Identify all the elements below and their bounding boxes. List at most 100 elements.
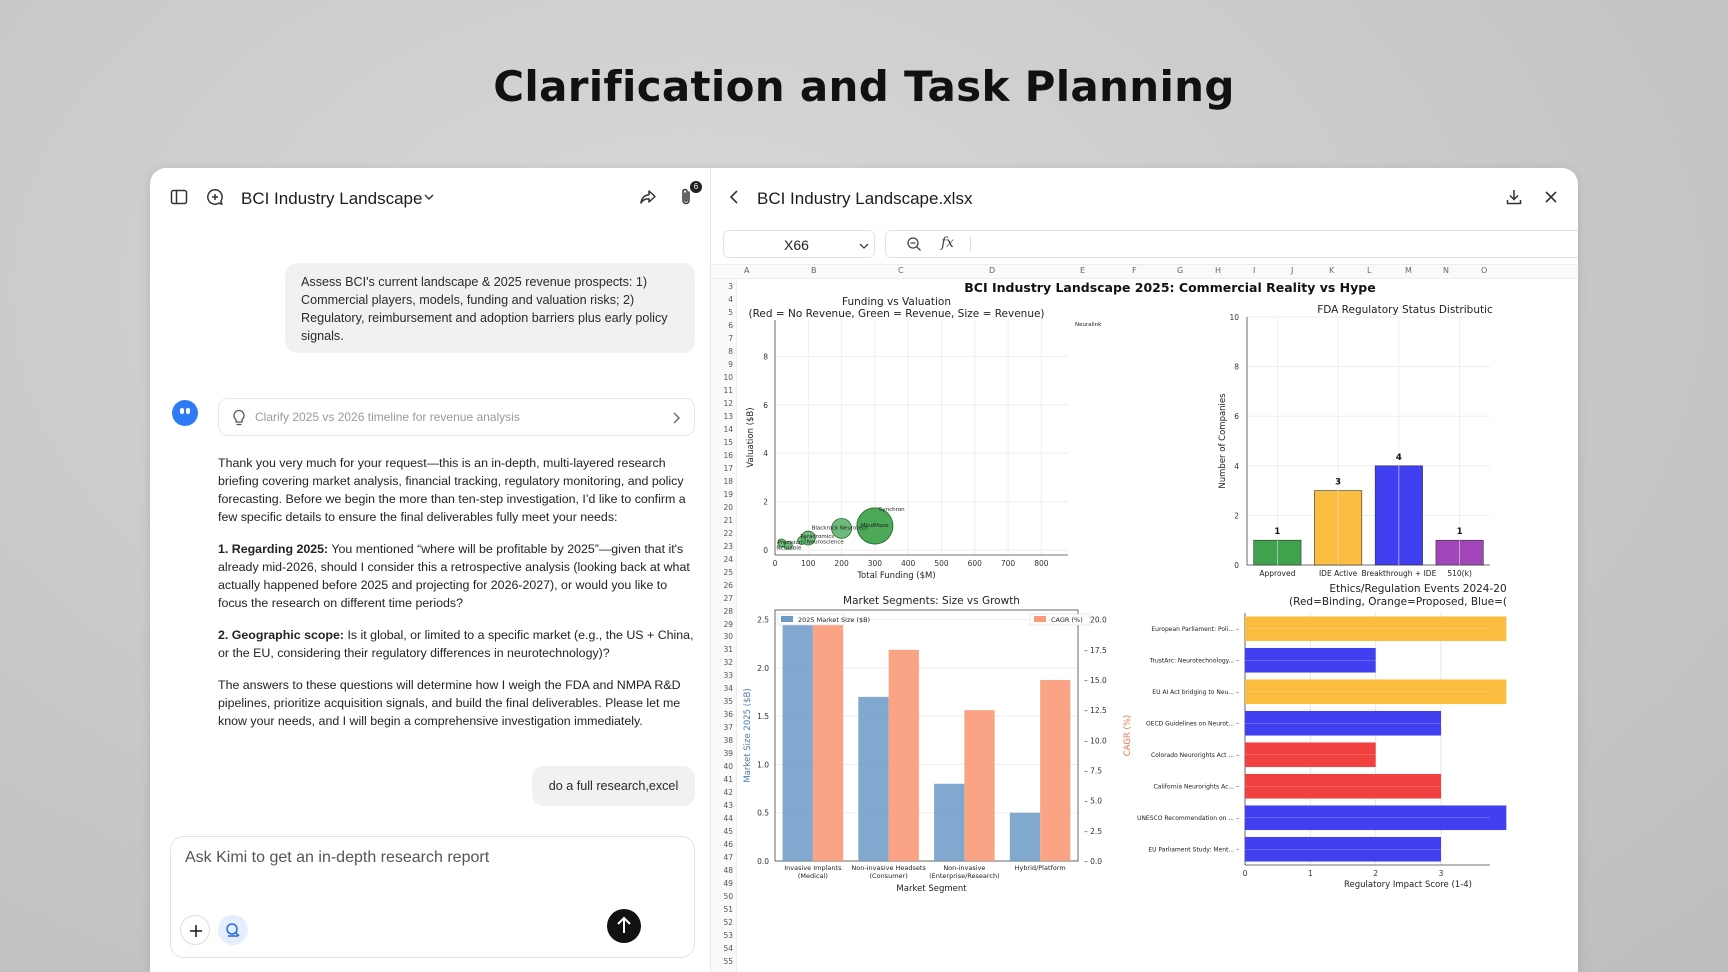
column-header[interactable]: B bbox=[811, 266, 817, 275]
row-header[interactable]: 15 bbox=[711, 438, 733, 447]
x-tick-label: 800 bbox=[1034, 559, 1049, 568]
row-header[interactable]: 10 bbox=[711, 373, 733, 382]
sheet-grid[interactable]: ABCDEFGHIJKLMNO 3 4 5 6 7 8 9 10 11 12 13 14 15 16 17 1… bbox=[711, 264, 1578, 972]
row-header[interactable]: 50 bbox=[711, 892, 733, 901]
row-header[interactable]: 19 bbox=[711, 490, 733, 499]
row-header[interactable]: 46 bbox=[711, 840, 733, 849]
research-mode-button[interactable] bbox=[218, 915, 248, 945]
y2-axis-label: CAGR (%) bbox=[1123, 715, 1133, 757]
row-header[interactable]: 39 bbox=[711, 749, 733, 758]
row-header[interactable]: 25 bbox=[711, 568, 733, 577]
row-header[interactable]: 42 bbox=[711, 788, 733, 797]
new-chat-icon[interactable] bbox=[206, 188, 224, 206]
row-header[interactable]: 24 bbox=[711, 555, 733, 564]
row-header[interactable]: 37 bbox=[711, 723, 733, 732]
column-header[interactable]: D bbox=[989, 266, 995, 275]
y-tick-label: 0 bbox=[1234, 561, 1239, 570]
share-icon[interactable] bbox=[639, 188, 657, 206]
row-header[interactable]: 7 bbox=[711, 334, 733, 343]
row-header[interactable]: 32 bbox=[711, 658, 733, 667]
chat-title[interactable]: BCI Industry Landscape bbox=[241, 189, 422, 209]
row-header[interactable]: 38 bbox=[711, 736, 733, 745]
column-headers: A B C D E F G H I J K L M N O bbox=[711, 265, 1578, 279]
row-header[interactable]: 49 bbox=[711, 879, 733, 888]
close-icon[interactable] bbox=[1542, 188, 1560, 206]
column-header[interactable]: A bbox=[744, 266, 749, 275]
chevron-down-icon[interactable] bbox=[422, 190, 436, 204]
y-tick-label: European Parliament: Poli... – bbox=[1151, 626, 1239, 633]
row-header[interactable]: 33 bbox=[711, 671, 733, 680]
row-header[interactable]: 16 bbox=[711, 451, 733, 460]
row-header[interactable]: 43 bbox=[711, 801, 733, 810]
row-header[interactable]: 23 bbox=[711, 542, 733, 551]
y-tick-label: California Neurorights Ac... – bbox=[1154, 783, 1239, 790]
row-header[interactable]: 3 bbox=[711, 282, 733, 291]
row-header[interactable]: 20 bbox=[711, 503, 733, 512]
row-header[interactable]: 4 bbox=[711, 295, 733, 304]
column-header[interactable]: N bbox=[1443, 266, 1449, 275]
y-tick-label: 2.0 bbox=[757, 664, 769, 673]
column-header[interactable]: C bbox=[898, 266, 904, 275]
row-header[interactable]: 18 bbox=[711, 477, 733, 486]
send-button[interactable] bbox=[607, 909, 641, 943]
cell-reference-select[interactable]: X66 bbox=[723, 230, 875, 258]
column-header[interactable]: O bbox=[1481, 266, 1487, 275]
formula-bar[interactable]: fx bbox=[885, 230, 1578, 258]
column-header[interactable]: M bbox=[1405, 266, 1412, 275]
row-header[interactable]: 45 bbox=[711, 827, 733, 836]
column-header[interactable]: J bbox=[1291, 266, 1293, 275]
clarify-card[interactable]: Clarify 2025 vs 2026 timeline for revenu… bbox=[218, 398, 695, 436]
row-header[interactable]: 41 bbox=[711, 775, 733, 784]
row-header[interactable]: 48 bbox=[711, 866, 733, 875]
clarify-card-label: Clarify 2025 vs 2026 timeline for revenu… bbox=[255, 410, 520, 424]
row-header[interactable]: 35 bbox=[711, 697, 733, 706]
column-header[interactable]: F bbox=[1132, 266, 1137, 275]
row-header[interactable]: 27 bbox=[711, 594, 733, 603]
row-header[interactable]: 47 bbox=[711, 853, 733, 862]
row-header[interactable]: 53 bbox=[711, 931, 733, 940]
row-header[interactable]: 5 bbox=[711, 308, 733, 317]
row-header[interactable]: 36 bbox=[711, 710, 733, 719]
row-header[interactable]: 26 bbox=[711, 581, 733, 590]
row-header[interactable]: 11 bbox=[711, 386, 733, 395]
row-header[interactable]: 13 bbox=[711, 412, 733, 421]
x-tick-label: 600 bbox=[968, 559, 983, 568]
row-header[interactable]: 44 bbox=[711, 814, 733, 823]
row-header[interactable]: 6 bbox=[711, 321, 733, 330]
row-header[interactable]: 8 bbox=[711, 347, 733, 356]
add-attachment-button[interactable] bbox=[180, 915, 210, 945]
row-header[interactable]: 21 bbox=[711, 516, 733, 525]
zoom-icon[interactable] bbox=[906, 236, 922, 252]
row-header[interactable]: 54 bbox=[711, 944, 733, 953]
row-header[interactable]: 9 bbox=[711, 360, 733, 369]
back-icon[interactable] bbox=[727, 188, 741, 206]
bar-market-size bbox=[1009, 812, 1041, 861]
x-tick-label: 100 bbox=[801, 559, 816, 568]
row-header[interactable]: 51 bbox=[711, 905, 733, 914]
row-header[interactable]: 30 bbox=[711, 632, 733, 641]
column-header[interactable]: I bbox=[1253, 266, 1255, 275]
row-header[interactable]: 55 bbox=[711, 957, 733, 966]
prompt-input[interactable] bbox=[185, 849, 665, 867]
row-header[interactable]: 34 bbox=[711, 684, 733, 693]
row-header[interactable]: 14 bbox=[711, 425, 733, 434]
row-header[interactable]: 52 bbox=[711, 918, 733, 927]
bar-value-label: 1 bbox=[1457, 527, 1463, 537]
download-icon[interactable] bbox=[1505, 188, 1523, 206]
chevron-right-icon[interactable] bbox=[670, 411, 682, 425]
row-header[interactable]: 31 bbox=[711, 645, 733, 654]
column-header[interactable]: E bbox=[1080, 266, 1085, 275]
row-header[interactable]: 40 bbox=[711, 762, 733, 771]
row-header[interactable]: 12 bbox=[711, 399, 733, 408]
row-header[interactable]: 22 bbox=[711, 529, 733, 538]
row-header[interactable]: 17 bbox=[711, 464, 733, 473]
y2-tick-label: – 0.0 bbox=[1084, 857, 1102, 866]
column-header[interactable]: G bbox=[1177, 266, 1183, 275]
column-header[interactable]: K bbox=[1329, 266, 1334, 275]
column-header[interactable]: L bbox=[1367, 266, 1371, 275]
sidebar-toggle-icon[interactable] bbox=[170, 188, 188, 206]
column-header[interactable]: H bbox=[1215, 266, 1221, 275]
row-header[interactable]: 29 bbox=[711, 620, 733, 629]
row-header[interactable]: 28 bbox=[711, 607, 733, 616]
x-axis-label: Market Segment bbox=[896, 884, 967, 894]
